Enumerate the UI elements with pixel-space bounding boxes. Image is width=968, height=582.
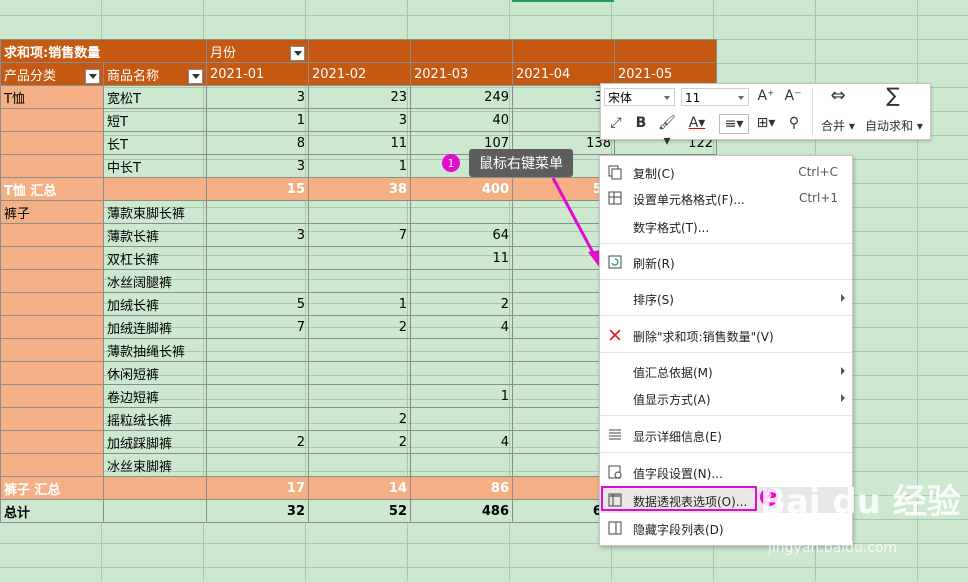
menu-separator (600, 279, 852, 280)
menu-separator (600, 315, 852, 316)
merge-button[interactable]: 合并 ▾ (821, 117, 855, 134)
submenu-arrow-icon (841, 367, 845, 375)
refresh-icon (608, 255, 622, 269)
autosum-label: 自动求和 (865, 119, 914, 133)
menu-item-summarize-by[interactable]: 值汇总依据(M) (600, 358, 852, 384)
menu-shortcut: Ctrl+C (798, 165, 838, 179)
menu-item-show-details[interactable]: 显示详细信息(E) (600, 422, 852, 448)
menu-item-format-cells[interactable]: 设置单元格格式(F)... Ctrl+1 (600, 185, 852, 211)
menu-item-show-values-as[interactable]: 值显示方式(A) (600, 385, 852, 411)
menu-item-label: 隐藏字段列表(D) (633, 523, 724, 537)
menu-item-copy[interactable]: 复制(C) Ctrl+C (600, 159, 852, 185)
annotation-step1: 1 鼠标右键菜单 (442, 149, 573, 177)
watermark-url: jingyan.baidu.com (768, 540, 898, 556)
details-icon (609, 429, 621, 440)
menu-item-label: 显示详细信息(E) (633, 430, 722, 444)
watermark-logo: Bai du 经验 (760, 482, 961, 522)
menu-item-label: 数字格式(T)... (633, 221, 710, 235)
bold-icon[interactable]: B (633, 114, 649, 132)
menu-separator (600, 452, 852, 453)
menu-item-sort[interactable]: 排序(S) (600, 285, 852, 311)
autosum-icon[interactable]: ∑ (881, 85, 905, 105)
menu-shortcut: Ctrl+1 (798, 191, 838, 205)
font-color-icon[interactable]: A▾ (685, 114, 709, 132)
step1-label: 鼠标右键菜单 (469, 149, 573, 177)
submenu-arrow-icon (841, 294, 845, 302)
shrink-font-icon[interactable]: A⁻ (783, 87, 803, 105)
step1-badge: 1 (442, 154, 460, 172)
align-icon[interactable]: ≡▾ (719, 114, 749, 134)
menu-item-label: 刷新(R) (633, 257, 675, 271)
menu-item-label: 值显示方式(A) (633, 393, 711, 407)
fill-color-icon[interactable]: 🖌▾ (655, 114, 679, 150)
grow-font-icon[interactable]: A⁺ (756, 87, 776, 105)
menu-item-label: 复制(C) (633, 167, 675, 181)
menu-item-label: 设置单元格格式(F)... (633, 193, 745, 207)
menu-item-label: 排序(S) (633, 293, 674, 307)
menu-item-label: 值汇总依据(M) (633, 366, 713, 380)
menu-item-refresh[interactable]: 刷新(R) (600, 249, 852, 275)
baidu-watermark: Bai du 经验 jingyan.baidu.com (760, 472, 968, 582)
border-icon[interactable]: ⊞▾ (753, 114, 779, 132)
merge-icon[interactable]: ⇔ (823, 87, 853, 105)
menu-item-label: 值字段设置(N)... (633, 467, 723, 481)
font-name-select[interactable]: 宋体 (604, 88, 675, 106)
menu-separator (600, 415, 852, 416)
fit-icon[interactable]: ⤢ (607, 114, 625, 132)
font-size-select[interactable]: 11 (681, 88, 749, 106)
highlight-box-pivot-options (601, 486, 757, 511)
floating-format-toolbar: 宋体 11 A⁺ A⁻ ⤢ B 🖌▾ A▾ ≡▾ ⊞▾ ⚲ ⇔ 合并 ▾ ∑ 自… (600, 83, 931, 149)
menu-separator (600, 352, 852, 353)
field-settings-icon (608, 465, 622, 479)
merge-label: 合并 (821, 119, 846, 133)
format-cells-icon (608, 191, 622, 205)
menu-separator (600, 243, 852, 244)
menu-item-number-format[interactable]: 数字格式(T)... (600, 213, 852, 239)
field-list-icon (608, 521, 622, 535)
copy-icon (608, 165, 622, 180)
submenu-arrow-icon (841, 394, 845, 402)
menu-item-delete-field[interactable]: 删除"求和项:销售数量"(V) (600, 322, 852, 348)
toolbar-separator (812, 88, 813, 134)
delete-icon (609, 329, 621, 341)
format-painter-icon[interactable]: ⚲ (785, 114, 803, 132)
autosum-button[interactable]: 自动求和 ▾ (865, 117, 923, 134)
menu-item-label: 删除"求和项:销售数量"(V) (633, 330, 774, 344)
